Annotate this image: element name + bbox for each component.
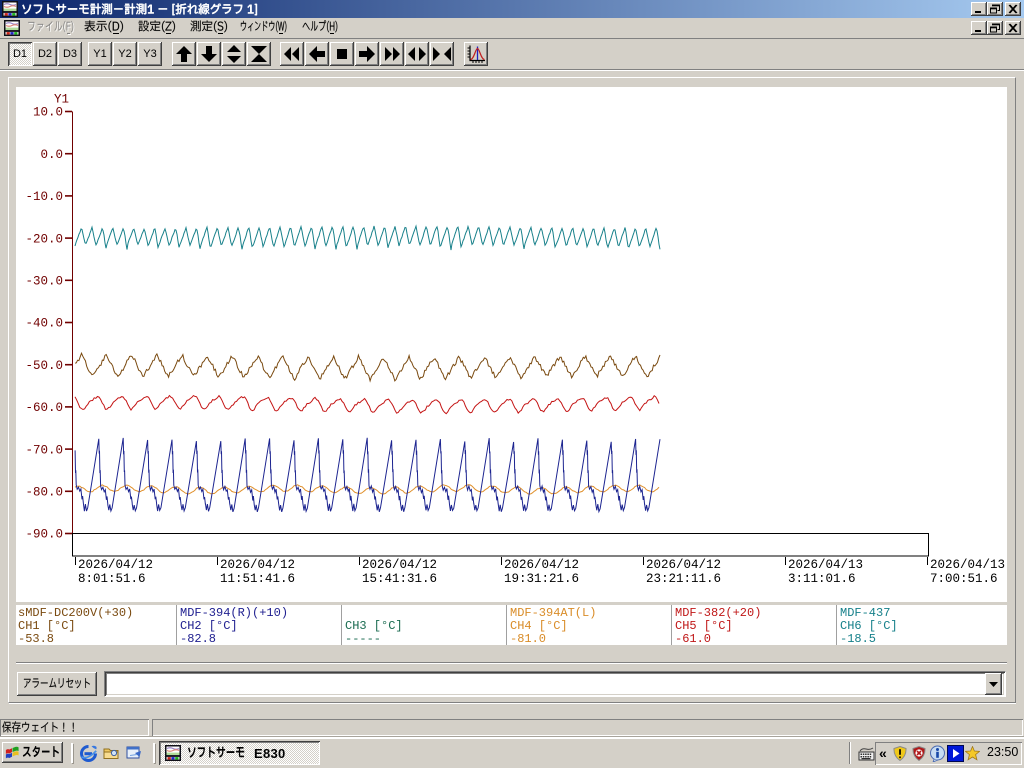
svg-text:8:01:51.6: 8:01:51.6 xyxy=(78,572,146,586)
svg-text:7:00:51.6: 7:00:51.6 xyxy=(930,572,998,586)
svg-text:-70.0: -70.0 xyxy=(25,443,63,457)
svg-text:15:41:31.6: 15:41:31.6 xyxy=(362,572,437,586)
svg-text:10.0: 10.0 xyxy=(33,106,63,120)
svg-text:-10.0: -10.0 xyxy=(25,190,63,204)
svg-text:Y1: Y1 xyxy=(54,93,69,107)
svg-text:-40.0: -40.0 xyxy=(25,317,63,331)
svg-text:3:11:01.6: 3:11:01.6 xyxy=(788,572,856,586)
svg-text:-30.0: -30.0 xyxy=(25,275,63,289)
svg-text:-50.0: -50.0 xyxy=(25,359,63,373)
svg-text:-20.0: -20.0 xyxy=(25,232,63,246)
svg-text:0.0: 0.0 xyxy=(40,148,63,162)
svg-text:2026/04/12: 2026/04/12 xyxy=(646,558,721,572)
svg-text:23:21:11.6: 23:21:11.6 xyxy=(646,572,721,586)
svg-text:-90.0: -90.0 xyxy=(25,528,63,542)
svg-text:2026/04/13: 2026/04/13 xyxy=(930,558,1005,572)
svg-text:19:31:21.6: 19:31:21.6 xyxy=(504,572,579,586)
svg-text:-80.0: -80.0 xyxy=(25,486,63,500)
svg-text:11:51:41.6: 11:51:41.6 xyxy=(220,572,295,586)
svg-text:2026/04/12: 2026/04/12 xyxy=(78,558,153,572)
svg-text:2026/04/12: 2026/04/12 xyxy=(504,558,579,572)
svg-text:2026/04/13: 2026/04/13 xyxy=(788,558,863,572)
svg-text:-60.0: -60.0 xyxy=(25,401,63,415)
svg-text:2026/04/12: 2026/04/12 xyxy=(362,558,437,572)
svg-text:2026/04/12: 2026/04/12 xyxy=(220,558,295,572)
